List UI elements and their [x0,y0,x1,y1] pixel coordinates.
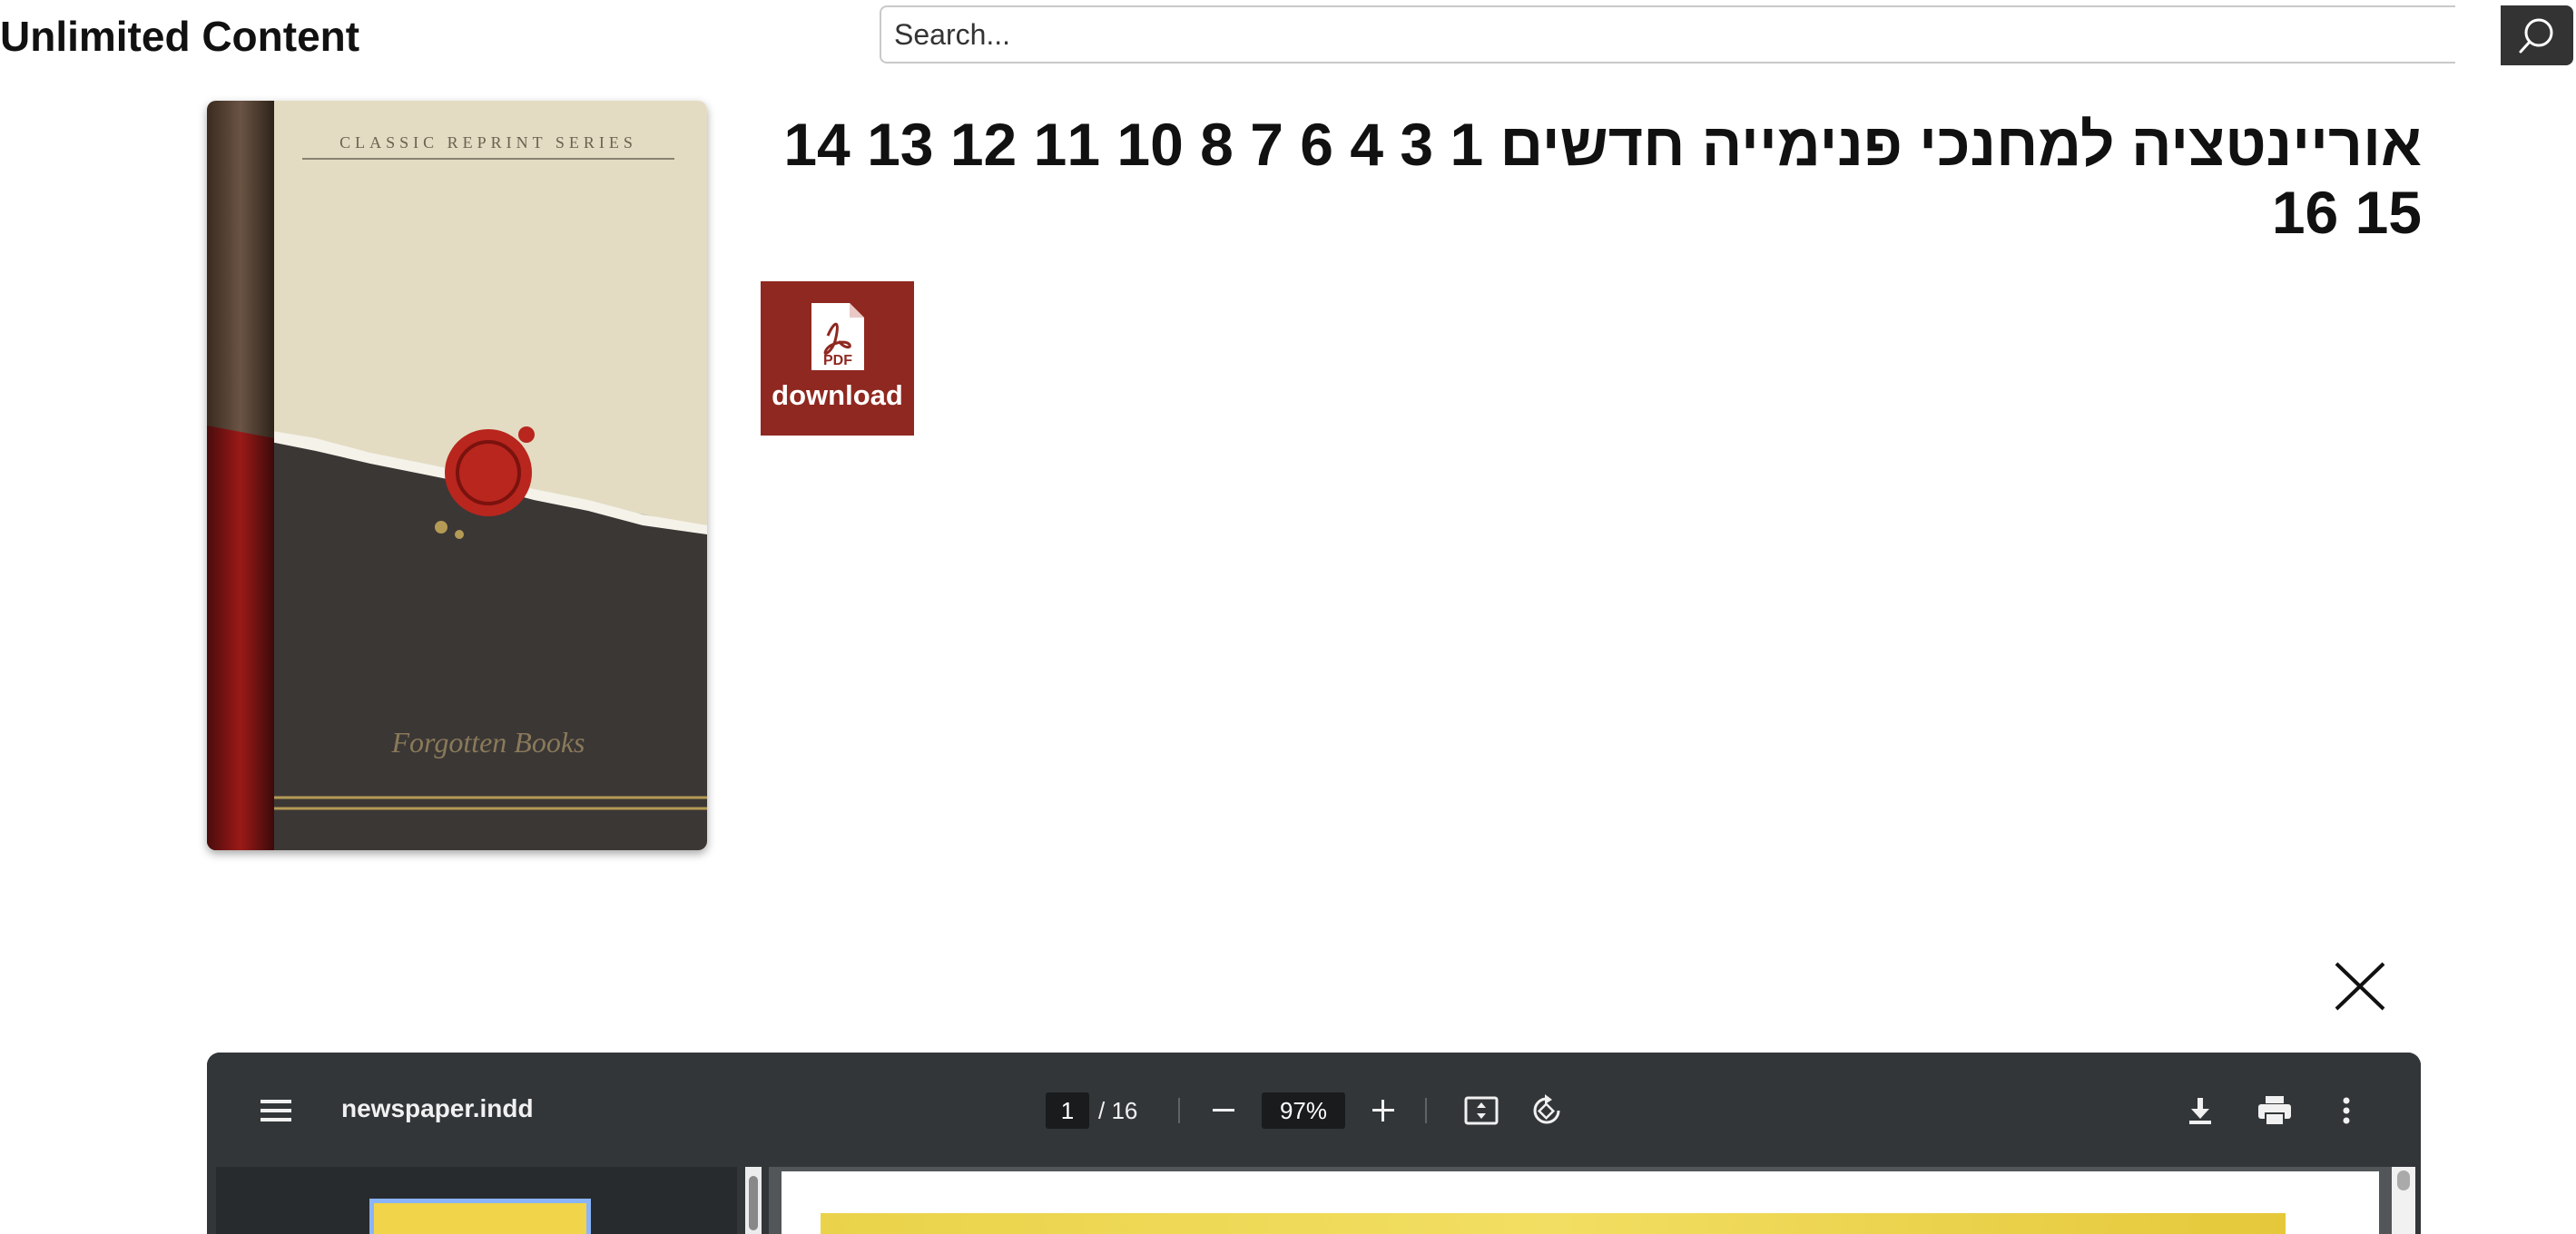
print-icon [2258,1096,2291,1126]
book-title: אוריינטציה למחנכי פנימייה חדשים 1 3 4 6 … [783,111,2422,246]
book-cover: CLASSIC REPRINT SERIES Forgotten Books [207,101,707,850]
fit-page-button[interactable] [1463,1092,1499,1129]
pdf-badge-text: PDF [823,353,852,368]
more-options-button[interactable] [2333,1092,2360,1129]
zoom-out-button[interactable] [1205,1092,1242,1129]
toolbar-divider [1178,1098,1180,1123]
page-number-input[interactable]: 1 [1046,1092,1089,1129]
search-button[interactable] [2501,5,2573,65]
cover-publisher-text: Forgotten Books [391,726,585,759]
sidebar-menu-button[interactable] [258,1092,294,1129]
search-input[interactable] [880,5,2455,64]
thumbnail-scroll-thumb[interactable] [749,1176,758,1230]
more-icon [2343,1097,2350,1124]
page-thumbnail[interactable] [369,1199,591,1234]
fit-page-icon [1464,1096,1499,1125]
viewer-download-button[interactable] [2182,1092,2218,1129]
download-label: download [772,379,903,411]
page-total: / 16 [1098,1097,1138,1124]
pdf-viewer: newspaper.indd 1 / 16 97% [207,1053,2421,1234]
document-page-banner [821,1213,2286,1234]
viewer-toolbar: newspaper.indd 1 / 16 97% [207,1053,2421,1167]
close-viewer-button[interactable] [2333,958,2389,1014]
zoom-in-icon [1372,1100,1394,1121]
print-button[interactable] [2255,1092,2295,1129]
pdf-icon: PDF [811,303,864,370]
menu-icon [261,1100,291,1121]
zoom-level-input[interactable]: 97% [1262,1092,1345,1129]
zoom-out-icon [1213,1109,1234,1112]
search-icon [2519,18,2553,54]
cover-series-text: CLASSIC REPRINT SERIES [339,133,637,152]
toolbar-divider [1425,1098,1427,1123]
pdf-download-button[interactable]: PDF download [761,281,914,436]
zoom-in-button[interactable] [1365,1092,1401,1129]
download-icon [2189,1098,2211,1124]
site-title[interactable]: Unlimited Content [0,9,359,64]
rotate-icon [1533,1094,1560,1124]
document-scroll-thumb[interactable] [2397,1170,2410,1190]
close-icon [2335,962,2385,1011]
viewer-filename: newspaper.indd [341,1094,534,1122]
rotate-button[interactable] [1529,1092,1565,1129]
